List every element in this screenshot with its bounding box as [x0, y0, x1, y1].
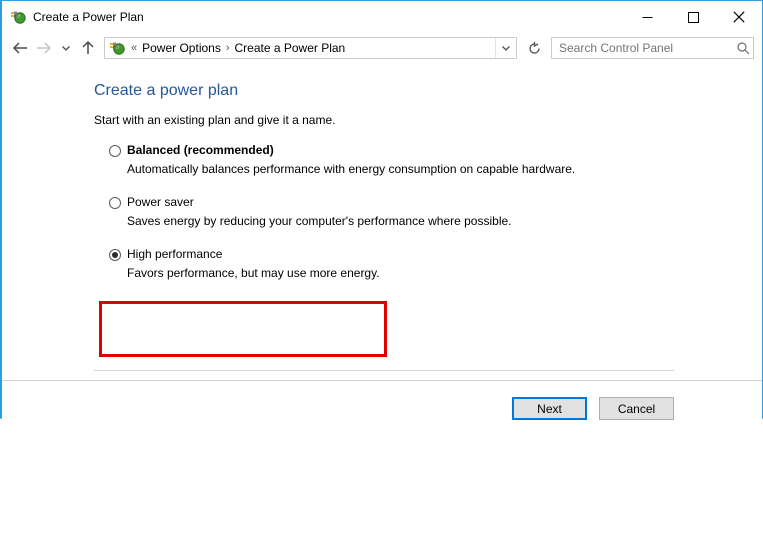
radio-power-saver[interactable]	[109, 197, 121, 209]
power-plug-icon	[10, 9, 26, 25]
navigation-bar: « Power Options › Create a Power Plan	[2, 33, 762, 63]
page-subtitle: Start with an existing plan and give it …	[94, 113, 336, 127]
plan-option-power-saver[interactable]: Power saver Saves energy by reducing you…	[109, 195, 512, 228]
radio-high-performance[interactable]	[109, 249, 121, 261]
minimize-button[interactable]	[624, 1, 670, 33]
plan-option-balanced[interactable]: Balanced (recommended) Automatically bal…	[109, 143, 575, 176]
plan-option-balanced-row[interactable]: Balanced (recommended)	[109, 143, 575, 158]
search-input[interactable]	[552, 40, 733, 56]
breadcrumb-item-create-a-power-plan[interactable]: Create a Power Plan	[235, 41, 346, 55]
breadcrumb-item-power-options[interactable]: Power Options	[142, 41, 221, 55]
search-icon[interactable]	[733, 38, 753, 58]
plan-option-power-saver-description: Saves energy by reducing your computer's…	[127, 214, 512, 228]
chevron-down-icon	[62, 46, 70, 51]
power-plug-icon	[109, 40, 125, 56]
address-bar[interactable]: « Power Options › Create a Power Plan	[104, 37, 517, 59]
breadcrumb-separator: ›	[225, 42, 230, 54]
create-power-plan-window: Create a Power Plan « Power Options › Cr…	[0, 0, 763, 436]
footer-actions: Next Cancel	[512, 397, 674, 420]
address-dropdown-button[interactable]	[495, 38, 516, 58]
minimize-icon	[642, 16, 652, 18]
recent-pages-button[interactable]	[56, 36, 76, 60]
window-controls	[624, 1, 762, 33]
plan-option-high-performance-label: High performance	[127, 247, 223, 261]
content-area: Create a power plan Start with an existi…	[2, 63, 762, 427]
breadcrumb-prefix[interactable]: «	[131, 42, 137, 54]
plan-option-balanced-description: Automatically balances performance with …	[127, 162, 576, 176]
breadcrumb: « Power Options › Create a Power Plan	[129, 41, 495, 55]
up-button[interactable]	[76, 36, 100, 60]
next-button[interactable]: Next	[512, 397, 587, 420]
refresh-icon	[528, 41, 540, 54]
title-bar: Create a Power Plan	[2, 1, 762, 33]
plan-option-power-saver-row[interactable]: Power saver	[109, 195, 512, 210]
plan-option-high-performance[interactable]: High performance Favors performance, but…	[109, 247, 380, 280]
search-box[interactable]	[551, 37, 754, 59]
footer-bar: Next Cancel	[2, 380, 762, 436]
forward-arrow-icon	[37, 42, 52, 54]
cancel-button[interactable]: Cancel	[599, 397, 674, 420]
plan-option-balanced-label: Balanced (recommended)	[127, 143, 274, 157]
close-button[interactable]	[716, 1, 762, 33]
window-title: Create a Power Plan	[33, 10, 144, 24]
forward-button[interactable]	[32, 36, 56, 60]
up-arrow-icon	[82, 40, 94, 54]
back-button[interactable]	[8, 36, 32, 60]
close-icon	[733, 11, 745, 23]
page-title: Create a power plan	[94, 82, 239, 99]
radio-balanced[interactable]	[109, 145, 121, 157]
plan-option-high-performance-description: Favors performance, but may use more ene…	[127, 266, 380, 280]
content-divider	[94, 370, 674, 371]
highlight-annotation-box	[99, 301, 387, 357]
plan-option-power-saver-label: Power saver	[127, 195, 194, 209]
chevron-down-icon	[502, 46, 510, 51]
footer-divider	[2, 380, 762, 381]
refresh-button[interactable]	[523, 37, 545, 59]
maximize-icon	[687, 11, 699, 23]
plan-option-high-performance-row[interactable]: High performance	[109, 247, 380, 262]
back-arrow-icon	[12, 42, 27, 54]
maximize-button[interactable]	[670, 1, 716, 33]
address-bar-actions	[495, 38, 516, 58]
